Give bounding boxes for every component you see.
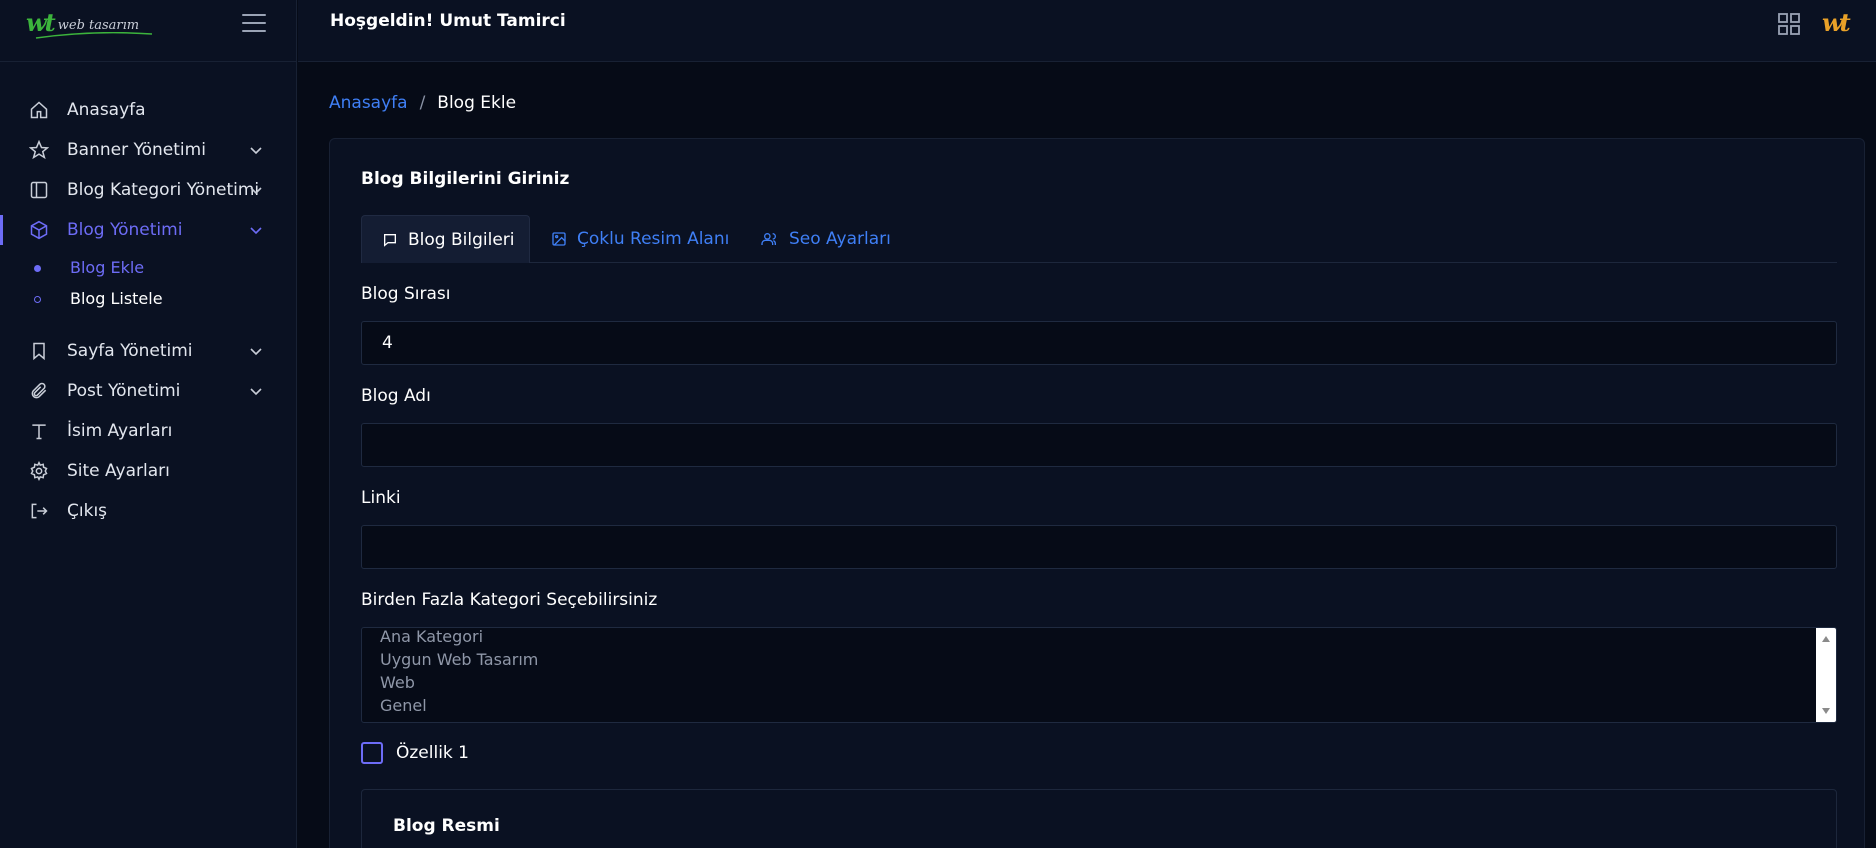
blog-image-section: Blog Resmi: [361, 789, 1837, 848]
settings-icon: [28, 460, 50, 482]
card-title: Blog Bilgilerini Giriniz: [361, 169, 570, 189]
scroll-up-icon[interactable]: [1822, 636, 1830, 642]
chevron-down-icon: [250, 187, 262, 195]
select-scrollbar[interactable]: [1816, 628, 1836, 722]
sidebar-item-blog-kategori[interactable]: Blog Kategori Yönetimi: [0, 172, 297, 208]
category-option[interactable]: Web: [380, 673, 415, 692]
users-icon: [761, 233, 776, 245]
bullet-icon: [34, 296, 41, 303]
breadcrumb: Anasayfa / Blog Ekle: [329, 93, 516, 113]
field-label-linki: Linki: [361, 488, 401, 508]
sidebar-subitem-label: Blog Listele: [70, 289, 163, 308]
sidebar-item-label: Post Yönetimi: [67, 381, 181, 401]
sidebar-item-isim-ayarlari[interactable]: İsim Ayarları: [0, 413, 297, 449]
welcome-text: Hoşgeldin! Umut Tamirci: [330, 11, 566, 31]
box-icon: [28, 219, 50, 241]
brand-bar: wt web tasarım: [0, 0, 296, 62]
bookmark-icon: [28, 340, 50, 362]
blog-form-card: Blog Bilgilerini Giriniz Blog Bilgileri …: [329, 138, 1865, 848]
star-icon: [28, 139, 50, 161]
breadcrumb-separator: /: [419, 93, 426, 113]
logout-icon: [28, 500, 50, 522]
chevron-down-icon: [250, 388, 262, 396]
sidebar-item-label: Anasayfa: [67, 100, 146, 120]
chevron-down-icon: [250, 227, 262, 235]
sidebar-item-blog[interactable]: Blog Yönetimi: [0, 212, 297, 248]
tab-coklu-resim[interactable]: Çoklu Resim Alanı: [551, 215, 729, 263]
top-header: Hoşgeldin! Umut Tamirci wt: [298, 0, 1876, 62]
category-multiselect[interactable]: Ana Kategori Uygun Web Tasarım Web Genel: [361, 627, 1837, 723]
sidebar-item-site-ayarlari[interactable]: Site Ayarları: [0, 453, 297, 489]
tab-label: Çoklu Resim Alanı: [577, 229, 730, 249]
bullet-icon: [34, 265, 41, 272]
sidebar-item-label: Blog Yönetimi: [67, 220, 183, 240]
sidebar-item-label: Çıkış: [67, 501, 108, 521]
menu-toggle-icon[interactable]: [242, 14, 266, 34]
home-icon: [28, 99, 50, 121]
sidebar-subitem-blog-ekle[interactable]: Blog Ekle: [0, 254, 297, 282]
sidebar-item-cikis[interactable]: Çıkış: [0, 493, 297, 529]
checkbox-label: Özellik 1: [396, 743, 469, 763]
category-option[interactable]: Ana Kategori: [380, 628, 483, 646]
tab-label: Seo Ayarları: [789, 229, 891, 249]
apps-grid-icon[interactable]: [1778, 13, 1800, 35]
logo-text: web tasarım: [57, 18, 140, 33]
category-option[interactable]: Genel: [380, 696, 427, 715]
avatar[interactable]: wt: [1822, 8, 1862, 40]
sidebar-item-label: Blog Kategori Yönetimi: [67, 180, 260, 200]
logo-swoosh-icon: [35, 32, 153, 39]
type-icon: [28, 420, 50, 442]
sidebar-item-anasayfa[interactable]: Anasayfa: [0, 92, 297, 128]
tab-bar: Blog Bilgileri Çoklu Resim Alanı Seo Aya…: [361, 215, 1837, 263]
sidebar-item-label: Sayfa Yönetimi: [67, 341, 193, 361]
tab-label: Blog Bilgileri: [408, 229, 515, 250]
sidebar-item-label: Site Ayarları: [67, 461, 170, 481]
field-label-sira: Blog Sırası: [361, 284, 451, 304]
field-label-adi: Blog Adı: [361, 386, 431, 406]
blog-adi-input[interactable]: [361, 423, 1837, 467]
tab-seo-ayarlari[interactable]: Seo Ayarları: [761, 215, 891, 263]
section-title: Blog Resmi: [393, 816, 500, 836]
scroll-down-icon[interactable]: [1822, 708, 1830, 714]
category-option[interactable]: Uygun Web Tasarım: [380, 650, 538, 669]
chevron-down-icon: [250, 147, 262, 155]
paperclip-icon: [28, 380, 50, 402]
sidebar-item-banner[interactable]: Banner Yönetimi: [0, 132, 297, 168]
sidebar-item-post[interactable]: Post Yönetimi: [0, 373, 297, 409]
logo[interactable]: wt web tasarım: [26, 8, 153, 39]
ozellik-checkbox-row[interactable]: Özellik 1: [361, 742, 469, 764]
sidebar-item-sayfa[interactable]: Sayfa Yönetimi: [0, 333, 297, 369]
image-icon: [552, 232, 566, 246]
sidebar-subitem-label: Blog Ekle: [70, 258, 145, 277]
layout-icon: [28, 179, 50, 201]
message-icon: [384, 233, 396, 247]
blog-link-input[interactable]: [361, 525, 1837, 569]
ozellik-checkbox[interactable]: [361, 742, 383, 764]
chevron-down-icon: [250, 348, 262, 356]
breadcrumb-home-link[interactable]: Anasayfa: [329, 93, 408, 113]
sidebar-item-label: Banner Yönetimi: [67, 140, 206, 160]
blog-sira-input[interactable]: 4: [361, 321, 1837, 365]
tab-blog-bilgileri[interactable]: Blog Bilgileri: [361, 215, 530, 263]
sidebar-item-label: İsim Ayarları: [67, 421, 173, 441]
field-label-kategori: Birden Fazla Kategori Seçebilirsiniz: [361, 590, 658, 610]
sidebar: wt web tasarım Anasayfa Banner Yönetimi: [0, 0, 297, 848]
breadcrumb-current: Blog Ekle: [437, 93, 517, 113]
sidebar-subitem-blog-listele[interactable]: Blog Listele: [0, 285, 297, 313]
